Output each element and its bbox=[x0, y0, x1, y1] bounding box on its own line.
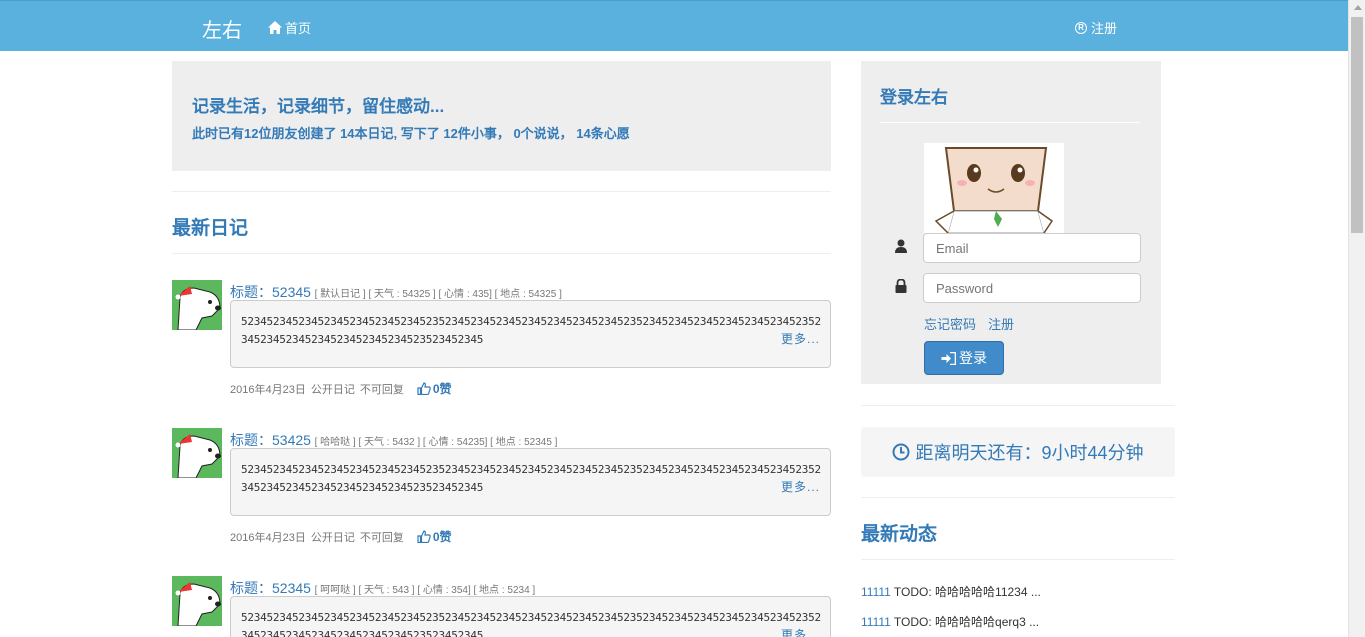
lock-icon bbox=[895, 279, 907, 293]
nav-register-label: 注册 bbox=[1091, 21, 1118, 36]
diary-header: 标题：52345 [ 默认日记 ] [ 天气 : 54325 ] [ 心情 : … bbox=[230, 282, 562, 302]
diary-more-link[interactable]: 更多... bbox=[781, 330, 820, 347]
page-scrollbar[interactable] bbox=[1348, 0, 1365, 637]
diary-meta: [ 默认日记 ] [ 天气 : 54325 ] [ 心情 : 435] [ 地点… bbox=[314, 289, 562, 300]
diary-header: 标题：53425 [ 哈哈哒 ] [ 天气 : 5432 ] [ 心情 : 54… bbox=[230, 430, 557, 450]
login-title: 登录左右 bbox=[880, 88, 948, 107]
diary-reply-status: 不可回复 bbox=[359, 383, 404, 396]
scroll-up-arrow-icon[interactable] bbox=[1354, 5, 1362, 10]
diary-header: 标题：52345 [ 呵呵哒 ] [ 天气 : 543 ] [ 心情 : 354… bbox=[230, 578, 535, 598]
scroll-thumb[interactable] bbox=[1351, 17, 1363, 233]
mascot-image bbox=[924, 143, 1064, 233]
diary-title-link[interactable]: 标题：52345 bbox=[230, 284, 311, 300]
countdown-text: 距离明天还有：9小时44分钟 bbox=[915, 443, 1144, 463]
like-count: 0赞 bbox=[432, 382, 452, 396]
dog-avatar-icon bbox=[172, 576, 222, 626]
email-input[interactable] bbox=[923, 233, 1141, 263]
news-user-link[interactable]: 11111 bbox=[861, 615, 891, 629]
news-item: 11111 TODO: 哈哈哈哈哈11234 ... bbox=[861, 583, 1041, 600]
mascot-icon bbox=[924, 143, 1064, 233]
navbar: 左右 首页 R 注册 bbox=[0, 0, 1348, 51]
diary-visibility: 公开日记 bbox=[310, 531, 355, 544]
forgot-password-link[interactable]: 忘记密码 bbox=[924, 314, 976, 333]
diary-content-box: 5234523452345234523452345234523523452345… bbox=[230, 300, 831, 368]
diary-content-box: 5234523452345234523452345234523523452345… bbox=[230, 596, 831, 637]
register-link[interactable]: 注册 bbox=[988, 314, 1014, 333]
dog-avatar-icon bbox=[172, 280, 222, 330]
diary-date: 2016年4月23日 bbox=[230, 383, 306, 396]
diary-more-link[interactable]: 更多... bbox=[781, 626, 820, 637]
diary-date: 2016年4月23日 bbox=[230, 531, 306, 544]
login-links: 忘记密码 注册 bbox=[924, 314, 1014, 333]
password-input[interactable] bbox=[923, 273, 1141, 303]
divider bbox=[861, 497, 1175, 498]
news-user-link[interactable]: 11111 bbox=[861, 585, 891, 599]
like-button[interactable]: 0赞 bbox=[417, 380, 452, 397]
sign-in-icon bbox=[941, 351, 956, 365]
divider bbox=[861, 405, 1175, 406]
jumbotron: 记录生活，记录细节，留住感动... 此时已有12位朋友创建了 14本日记, 写下… bbox=[172, 61, 831, 171]
countdown-panel: 距离明天还有：9小时44分钟 bbox=[861, 427, 1175, 477]
diary-content: 5234523452345234523452345234523523452345… bbox=[241, 611, 821, 637]
latest-diary-heading: 最新日记 bbox=[172, 218, 249, 239]
divider bbox=[172, 191, 831, 192]
diary-more-link[interactable]: 更多... bbox=[781, 478, 820, 495]
user-icon bbox=[895, 239, 907, 253]
diary-meta: [ 呵呵哒 ] [ 天气 : 543 ] [ 心情 : 354] [ 地点 : … bbox=[314, 585, 536, 596]
jumbotron-stats: 此时已有12位朋友创建了 14本日记, 写下了 12件小事， 0个说说， 14条… bbox=[192, 126, 630, 141]
login-panel: 登录左右 忘记密码 注册 登录 bbox=[861, 61, 1161, 384]
news-text: TODO: 哈哈哈哈哈qerq3 ... bbox=[890, 615, 1040, 629]
nav-home-label: 首页 bbox=[285, 21, 312, 36]
diary-footer: 2016年4月23日 公开日记 不可回复 0赞 bbox=[230, 380, 452, 397]
diary-content-box: 5234523452345234523452345234523523452345… bbox=[230, 448, 831, 516]
home-icon bbox=[268, 21, 282, 34]
like-count: 0赞 bbox=[432, 530, 452, 544]
jumbotron-title: 记录生活，记录细节，留住感动... bbox=[192, 97, 445, 116]
news-item: 11111 TODO: 哈哈哈哈哈qerq3 ... bbox=[861, 613, 1039, 630]
diary-title-link[interactable]: 标题：52345 bbox=[230, 580, 311, 596]
divider bbox=[172, 253, 831, 254]
thumbs-up-icon bbox=[417, 382, 431, 395]
divider bbox=[861, 559, 1175, 560]
like-button[interactable]: 0赞 bbox=[417, 528, 452, 545]
diary-avatar[interactable] bbox=[172, 576, 222, 626]
thumbs-up-icon bbox=[417, 530, 431, 543]
nav-home-link[interactable]: 首页 bbox=[268, 18, 311, 37]
news-heading: 最新动态 bbox=[861, 524, 938, 545]
diary-meta: [ 哈哈哒 ] [ 天气 : 5432 ] [ 心情 : 54235] [ 地点… bbox=[314, 437, 558, 448]
news-text: TODO: 哈哈哈哈哈11234 ... bbox=[890, 585, 1041, 599]
diary-footer: 2016年4月23日 公开日记 不可回复 0赞 bbox=[230, 528, 452, 545]
diary-reply-status: 不可回复 bbox=[359, 531, 404, 544]
diary-avatar[interactable] bbox=[172, 280, 222, 330]
dog-avatar-icon bbox=[172, 428, 222, 478]
diary-content: 5234523452345234523452345234523523452345… bbox=[241, 315, 821, 346]
diary-title-link[interactable]: 标题：53425 bbox=[230, 432, 311, 448]
divider bbox=[880, 122, 1140, 123]
login-button-label: 登录 bbox=[959, 350, 987, 366]
clock-icon bbox=[892, 443, 910, 461]
registered-icon: R bbox=[1075, 21, 1087, 34]
brand-logo[interactable]: 左右 bbox=[202, 14, 242, 43]
nav-register-link[interactable]: R 注册 bbox=[1075, 18, 1117, 37]
diary-visibility: 公开日记 bbox=[310, 383, 355, 396]
login-button[interactable]: 登录 bbox=[924, 341, 1004, 375]
diary-avatar[interactable] bbox=[172, 428, 222, 478]
diary-content: 5234523452345234523452345234523523452345… bbox=[241, 463, 821, 494]
